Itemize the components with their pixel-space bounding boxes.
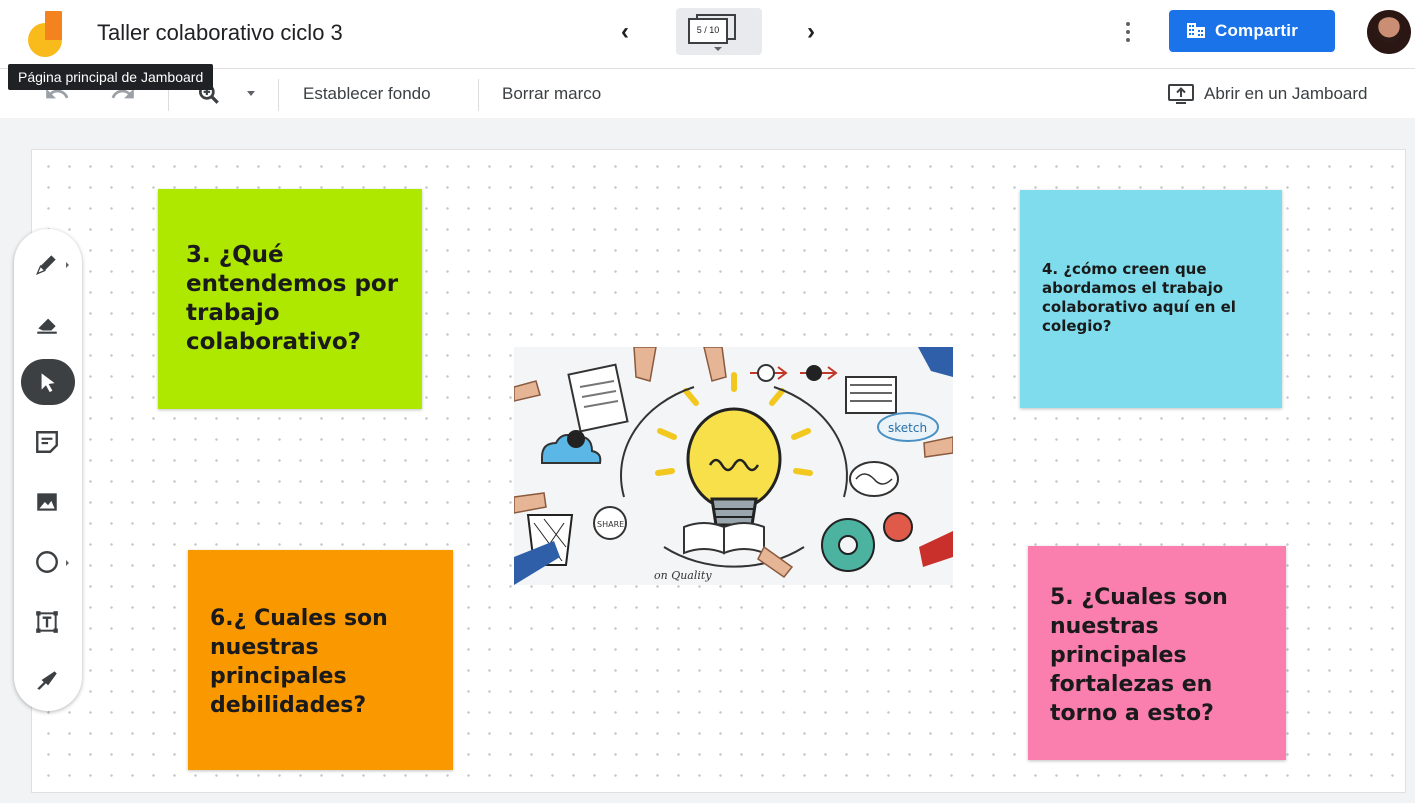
sticky-note[interactable]: 4. ¿cómo creen que abordamos el trabajo …	[1020, 190, 1282, 408]
set-background-button[interactable]: Establecer fondo	[303, 84, 431, 104]
sticky-note[interactable]: 5. ¿Cuales son nuestras principales fort…	[1028, 546, 1286, 760]
text-box-icon	[36, 611, 58, 633]
domain-icon	[1187, 23, 1205, 38]
sticky-note[interactable]: 3. ¿Qué entendemos por trabajo colaborat…	[158, 189, 422, 409]
laser-icon	[37, 671, 57, 690]
jamboard-logo-icon[interactable]	[28, 11, 66, 57]
collage-share-text: SHARE	[597, 520, 624, 529]
share-button-label: Compartir	[1215, 21, 1299, 40]
account-avatar[interactable]	[1367, 10, 1411, 54]
sticky-note-text: 3. ¿Qué entendemos por trabajo colaborat…	[186, 242, 399, 355]
frame-bar-toggle[interactable]: 5 / 10	[676, 8, 762, 55]
toolbar-divider	[478, 79, 479, 111]
sticky-note[interactable]: 6.¿ Cuales son nuestras principales debi…	[188, 550, 453, 770]
tool-palette	[14, 229, 82, 711]
pen-icon	[36, 255, 56, 275]
next-frame-button[interactable]: ›	[798, 18, 824, 46]
zoom-dropdown-chevron-icon[interactable]	[247, 91, 255, 96]
collaboration-lightbulb-image[interactable]: sketch SHARE on Quality	[514, 347, 953, 585]
sticky-note-text: 4. ¿cómo creen que abordamos el trabajo …	[1042, 260, 1236, 335]
more-options-icon[interactable]	[1120, 20, 1136, 44]
tool-pen[interactable]	[21, 241, 75, 287]
share-button[interactable]: Compartir	[1169, 10, 1335, 52]
tool-image[interactable]	[21, 479, 75, 525]
image-icon	[37, 493, 57, 511]
sticky-note-text: 6.¿ Cuales son nuestras principales debi…	[210, 606, 388, 718]
tool-sticky-note[interactable]	[21, 419, 75, 465]
clear-frame-button[interactable]: Borrar marco	[502, 84, 601, 104]
frame-counter: 5 / 10	[696, 25, 720, 35]
open-in-jamboard-label: Abrir en un Jamboard	[1204, 84, 1368, 103]
tool-select[interactable]	[21, 359, 75, 405]
tool-text-box[interactable]	[21, 599, 75, 645]
logo-tooltip: Página principal de Jamboard	[8, 64, 214, 90]
collage-sketch-text: sketch	[888, 421, 927, 435]
tool-eraser[interactable]	[21, 301, 75, 347]
circle-icon	[36, 551, 58, 573]
eraser-icon	[37, 318, 57, 334]
present-to-device-icon	[1168, 84, 1194, 104]
sticky-note-icon	[36, 431, 58, 453]
sticky-note-text: 5. ¿Cuales son nuestras principales fort…	[1050, 585, 1228, 726]
previous-frame-button[interactable]: ‹	[612, 18, 638, 46]
pointer-icon	[41, 373, 55, 393]
tool-laser[interactable]	[21, 657, 75, 703]
tool-shape[interactable]	[21, 539, 75, 585]
chevron-down-icon	[714, 47, 722, 51]
app-header: Taller colaborativo ciclo 3 ‹ 5 / 10 › C…	[0, 0, 1415, 68]
toolbar-divider	[278, 79, 279, 111]
collage-quality-text: on Quality	[654, 569, 712, 582]
document-title[interactable]: Taller colaborativo ciclo 3	[97, 20, 343, 46]
